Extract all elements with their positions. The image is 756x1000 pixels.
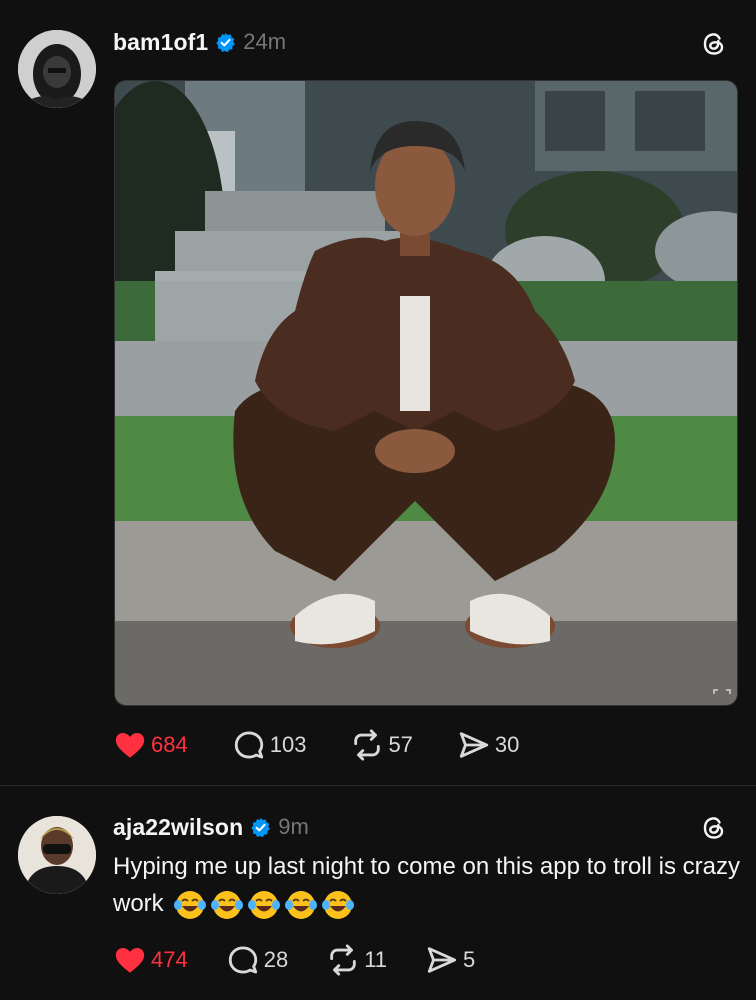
reply-button[interactable]: 103 <box>232 728 307 762</box>
share-button[interactable]: 30 <box>457 728 519 762</box>
post-bam1of1: bam1of1 24m 684 103 57 30 <box>0 0 756 785</box>
like-count: 474 <box>151 947 188 972</box>
share-count: 30 <box>494 732 520 757</box>
post-image[interactable] <box>114 80 738 706</box>
repost-count: 57 <box>388 732 413 757</box>
reply-button[interactable]: 28 <box>226 943 288 977</box>
heart-icon <box>115 732 145 758</box>
verified-badge-icon <box>216 32 236 52</box>
username[interactable]: bam1of1 <box>113 29 208 56</box>
post-text: Hyping me up last night to come on this … <box>113 848 743 922</box>
post-time: 9m <box>278 814 309 839</box>
avatar[interactable] <box>18 816 96 894</box>
laughing-tears-emoji-icon <box>174 890 207 919</box>
laughing-tears-emoji-icon <box>211 890 244 919</box>
threads-logo-icon[interactable] <box>700 814 728 842</box>
repost-icon <box>354 729 381 761</box>
reply-icon <box>228 946 257 974</box>
laughing-tears-emoji-icon <box>322 890 355 919</box>
laughing-tears-emoji-icon <box>248 890 281 919</box>
reply-icon <box>234 731 263 759</box>
share-icon <box>459 732 489 758</box>
expand-icon[interactable] <box>713 689 731 701</box>
like-button[interactable]: 684 <box>113 728 188 762</box>
post-header: aja22wilson 9m <box>113 810 309 844</box>
like-button[interactable]: 474 <box>113 943 188 977</box>
repost-count: 11 <box>364 947 388 972</box>
like-count: 684 <box>151 732 188 757</box>
share-icon <box>427 947 457 973</box>
post-actions: 684 103 57 30 <box>113 728 563 762</box>
share-button[interactable]: 5 <box>425 943 475 977</box>
reply-count: 103 <box>269 732 307 757</box>
threads-logo-icon[interactable] <box>700 30 728 58</box>
repost-button[interactable]: 11 <box>326 943 387 977</box>
emoji-group <box>174 889 355 921</box>
username[interactable]: aja22wilson <box>113 814 243 841</box>
laughing-tears-emoji-icon <box>285 890 318 919</box>
verified-badge-icon <box>251 817 270 837</box>
share-count: 5 <box>463 947 476 972</box>
reply-count: 28 <box>263 947 289 972</box>
repost-icon <box>330 944 356 976</box>
heart-icon <box>115 947 145 973</box>
repost-button[interactable]: 57 <box>350 728 413 762</box>
post-header: bam1of1 24m <box>113 25 286 59</box>
post-aja22wilson: aja22wilson 9m Hyping me up last night t… <box>0 786 756 1000</box>
avatar[interactable] <box>18 30 96 108</box>
post-actions: 474 28 11 5 <box>113 943 513 977</box>
post-time: 24m <box>243 29 287 54</box>
